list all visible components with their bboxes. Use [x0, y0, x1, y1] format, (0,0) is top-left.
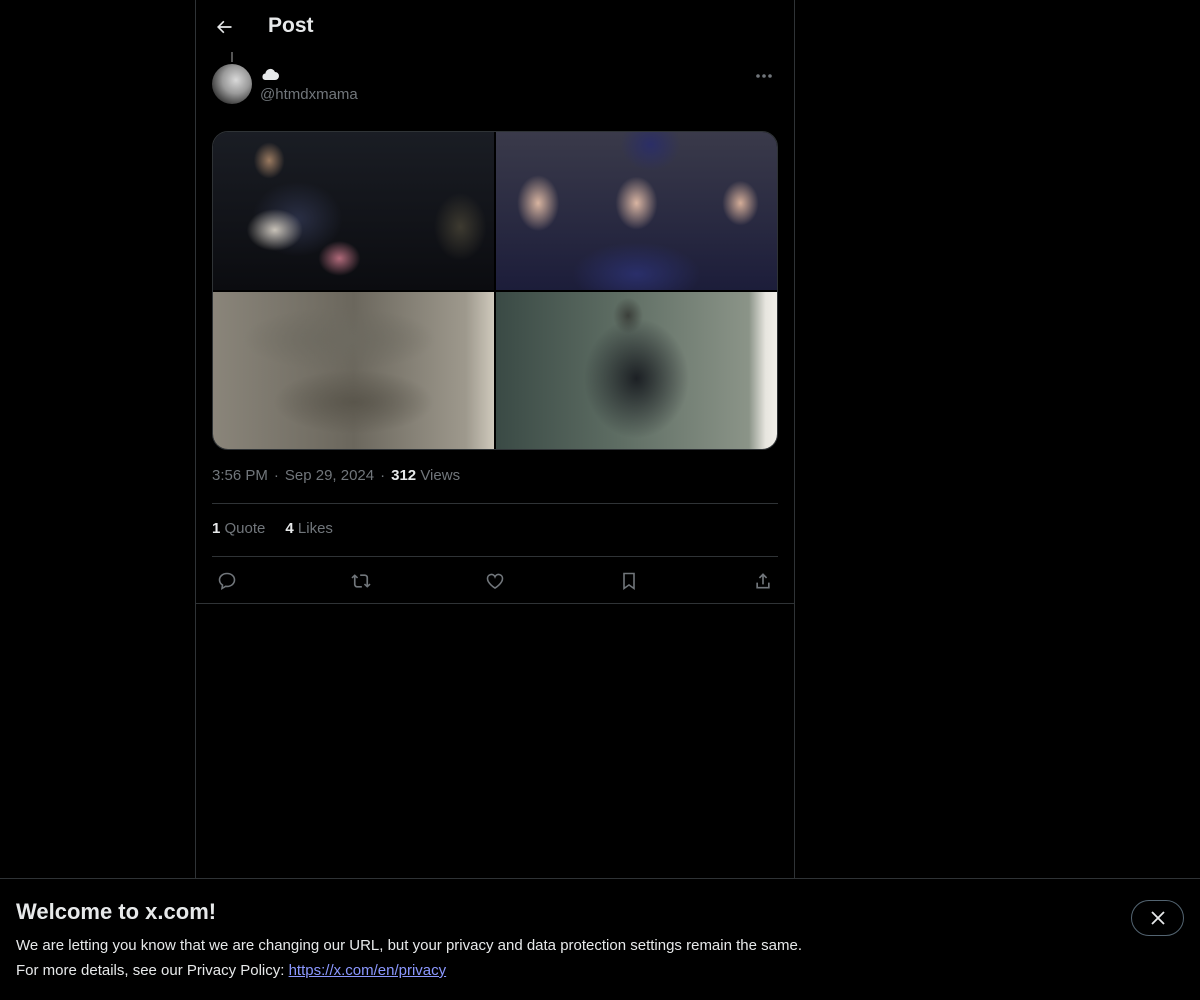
engagement-stats: 1 Quote 4 Likes: [212, 520, 333, 537]
photo-2[interactable]: [496, 132, 777, 290]
likes-count: 4: [285, 520, 294, 537]
likes-stat[interactable]: 4 Likes: [285, 520, 333, 537]
cloud-icon: [262, 68, 279, 80]
close-banner-button[interactable]: [1131, 900, 1184, 936]
arrow-left-icon: [217, 20, 232, 34]
like-icon: [486, 573, 504, 590]
post-time[interactable]: 3:56 PM: [212, 467, 268, 484]
photo-3[interactable]: [213, 291, 494, 449]
back-button[interactable]: [206, 9, 242, 45]
views-count: 312: [391, 467, 417, 484]
media-grid: [212, 131, 778, 450]
page-title: Post: [268, 14, 314, 37]
primary-column: Post @htmdxmama 3:56 PM · Sep 29, 2024 ·…: [195, 0, 795, 878]
thread-line: [231, 52, 233, 62]
privacy-link[interactable]: https://x.com/en/privacy: [289, 962, 447, 979]
bookmark-icon: [623, 572, 635, 591]
repost-icon: [351, 574, 371, 588]
share-button[interactable]: [748, 566, 778, 596]
views-label: Views: [420, 467, 461, 484]
quotes-stat[interactable]: 1 Quote: [212, 520, 265, 537]
divider: [196, 603, 794, 604]
post-date[interactable]: Sep 29, 2024: [285, 467, 374, 484]
ellipsis-icon: [756, 74, 772, 78]
bookmark-button[interactable]: [614, 566, 644, 596]
post-author: @htmdxmama: [212, 52, 778, 108]
separator: ·: [380, 467, 386, 484]
like-button[interactable]: [480, 566, 510, 596]
banner-privacy-line: For more details, see our Privacy Policy…: [16, 962, 446, 979]
close-icon: [1150, 911, 1165, 925]
display-name[interactable]: [260, 66, 280, 87]
photo-4[interactable]: [496, 291, 777, 449]
post-metadata: 3:56 PM · Sep 29, 2024 · 312 Views: [212, 467, 460, 484]
repost-button[interactable]: [346, 566, 376, 596]
more-button[interactable]: [750, 64, 778, 88]
banner-message: We are letting you know that we are chan…: [16, 937, 802, 954]
avatar[interactable]: [212, 64, 252, 104]
url-change-banner: Welcome to x.com! We are letting you kno…: [0, 878, 1200, 1000]
banner-privacy-prefix: For more details, see our Privacy Policy…: [16, 962, 289, 979]
post-header: Post: [196, 0, 794, 54]
user-handle[interactable]: @htmdxmama: [260, 86, 358, 103]
action-bar: [212, 566, 778, 596]
photo-1[interactable]: [213, 132, 494, 290]
reply-button[interactable]: [212, 566, 242, 596]
share-icon: [756, 573, 770, 589]
reply-icon: [218, 572, 236, 591]
banner-title: Welcome to x.com!: [16, 899, 217, 924]
divider: [212, 556, 778, 557]
separator: ·: [273, 467, 279, 484]
quotes-count: 1: [212, 520, 221, 537]
divider: [212, 503, 778, 504]
likes-label: Likes: [297, 520, 333, 537]
quotes-label: Quote: [224, 520, 266, 537]
